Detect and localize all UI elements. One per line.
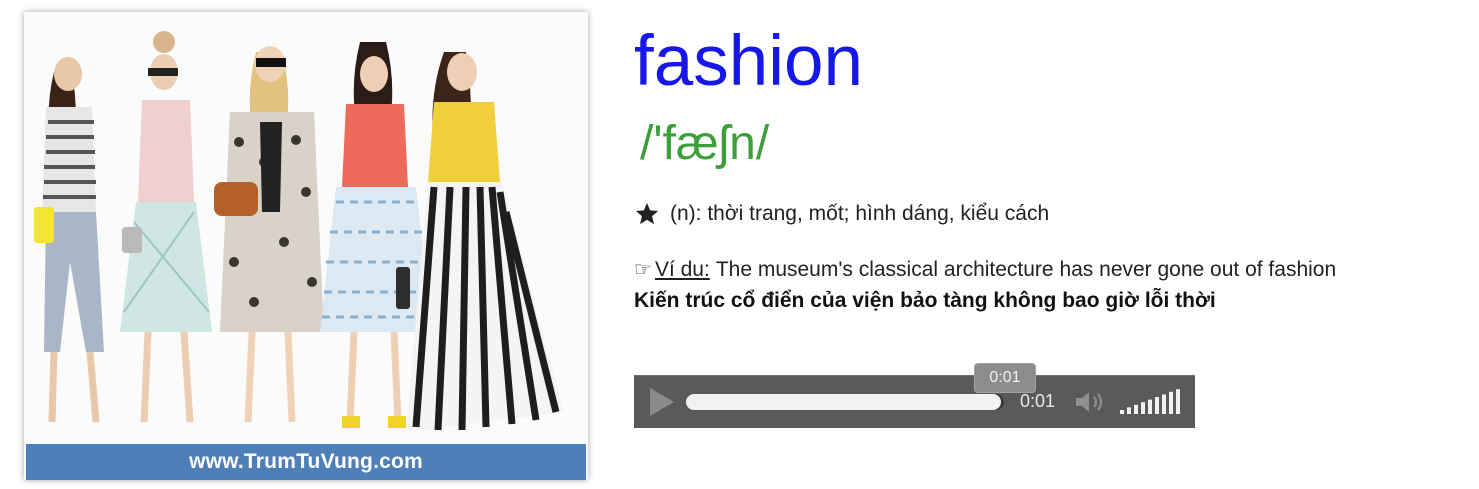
watermark-text: www.TrumTuVung.com xyxy=(189,450,423,473)
fashion-illustration xyxy=(34,31,564,432)
figure-3 xyxy=(214,46,324,423)
volume-bar xyxy=(1169,391,1173,414)
figure-2 xyxy=(120,31,212,423)
meaning-text: (n): thời trang, mốt; hình dáng, kiểu cá… xyxy=(670,202,1050,225)
vocabulary-word: fashion xyxy=(634,22,863,101)
pointing-hand-icon: ☞ xyxy=(634,259,652,281)
play-icon[interactable] xyxy=(646,386,676,418)
volume-bar xyxy=(1176,389,1180,414)
volume-bar xyxy=(1134,404,1138,414)
example-line: ☞ Ví du: The museum's classical architec… xyxy=(634,257,1336,282)
watermark-banner: www.TrumTuVung.com xyxy=(26,444,586,480)
progress-fill xyxy=(686,394,1001,410)
figure-5 xyxy=(406,52,564,432)
volume-bar xyxy=(1120,410,1124,414)
progress-track[interactable] xyxy=(686,394,1004,410)
figure-1 xyxy=(34,57,104,423)
example-translation: Kiến trúc cổ điển của viện bảo tàng khôn… xyxy=(634,289,1216,312)
tooltip-time: 0:01 xyxy=(989,369,1021,386)
current-time: 0:01 xyxy=(1020,391,1056,411)
example-text: The museum's classical architecture has … xyxy=(715,257,1337,281)
meaning-line: (n): thời trang, mốt; hình dáng, kiểu cá… xyxy=(634,201,1049,227)
volume-bar xyxy=(1127,407,1131,414)
volume-icon[interactable] xyxy=(1074,389,1108,415)
volume-bar xyxy=(1162,394,1166,414)
volume-bar xyxy=(1148,399,1152,414)
time-tooltip: 0:01 xyxy=(974,363,1036,393)
volume-level-icon[interactable] xyxy=(1118,388,1182,416)
phonetic-transcription: /'fæʃn/ xyxy=(640,117,770,170)
example-label: Ví du: xyxy=(654,257,710,281)
volume-bar xyxy=(1155,397,1159,414)
illustration-card: www.TrumTuVung.com xyxy=(24,12,588,480)
star-icon xyxy=(635,202,659,225)
volume-bar xyxy=(1141,402,1145,414)
audio-player: 0:01 xyxy=(634,375,1195,428)
